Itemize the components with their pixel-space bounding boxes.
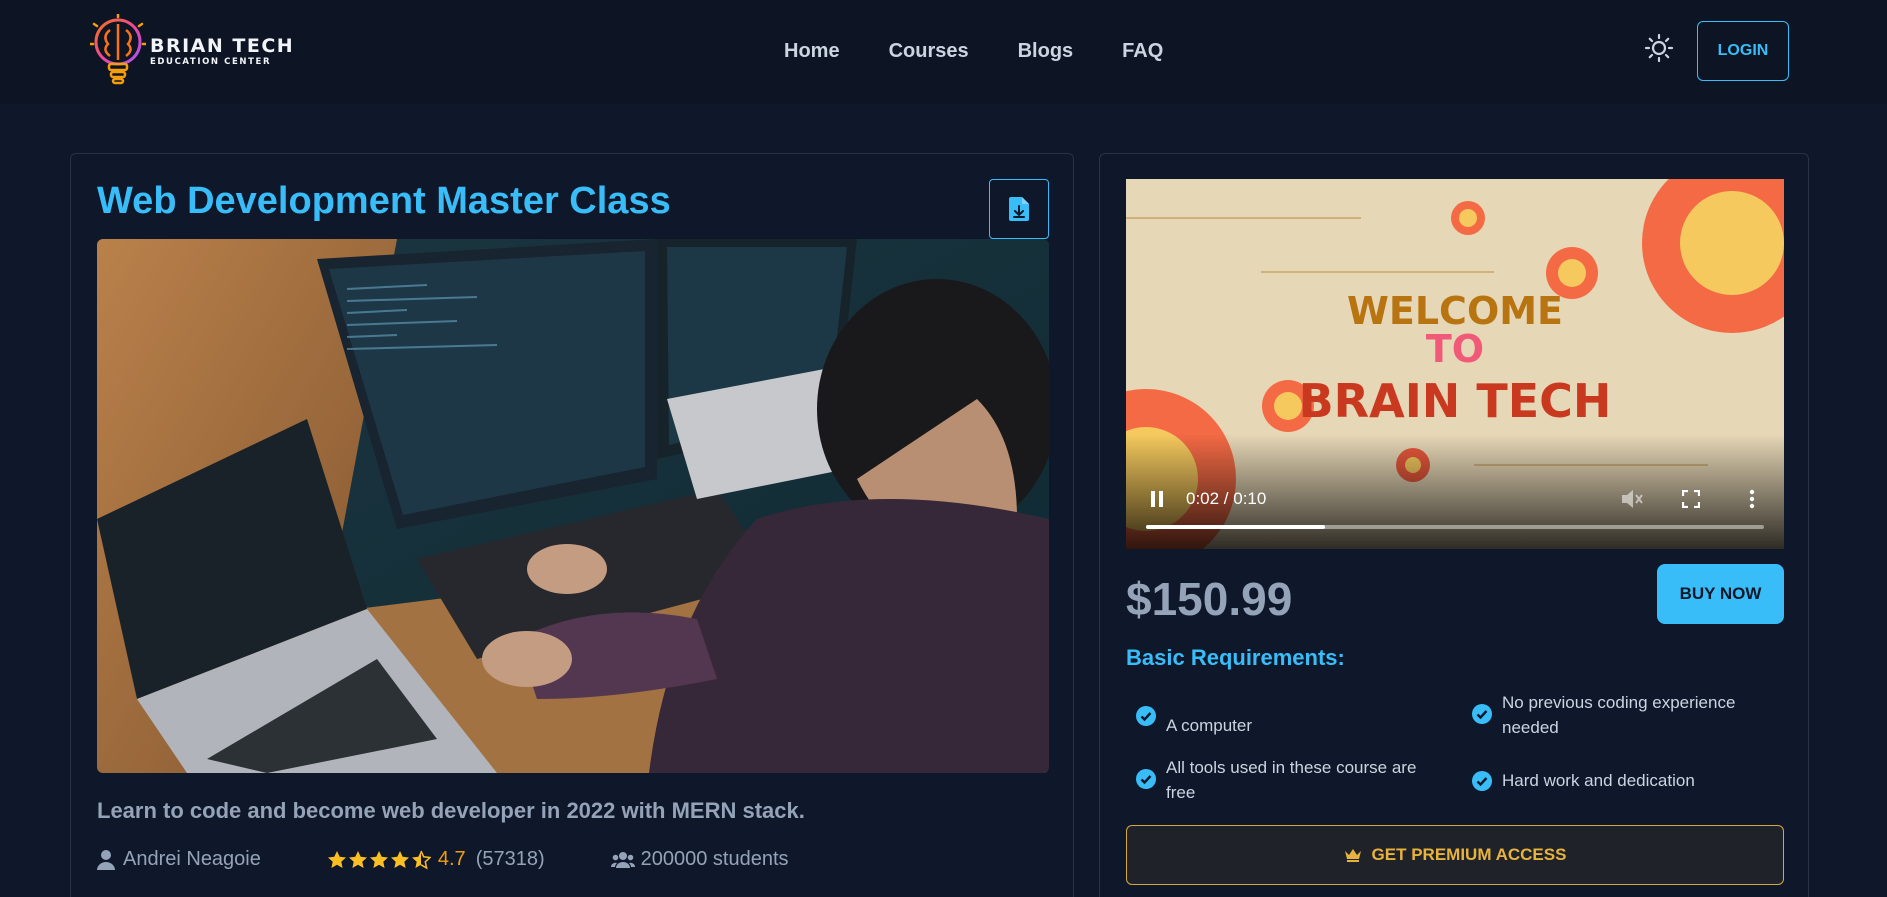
brand-title: BRIAN TECH [150,35,295,57]
navbar: BRIAN TECH EDUCATION CENTER Home Courses… [0,0,1887,104]
star-icon [327,850,346,868]
fullscreen-icon[interactable] [1682,490,1700,508]
course-hero-image [97,239,1049,773]
users-icon [610,851,635,868]
requirement-item: All tools used in these course are free [1136,755,1436,805]
requirement-item: No previous coding experience needed [1472,690,1772,740]
check-circle-icon [1472,704,1492,724]
purchase-card: WELCOME TO BRAIN TECH 0:02 / 0:10 $150.9… [1099,153,1809,897]
brand-logo[interactable]: BRIAN TECH EDUCATION CENTER [90,14,294,88]
brand-text: BRIAN TECH EDUCATION CENTER [150,35,294,67]
download-syllabus-button[interactable] [989,179,1049,239]
course-title: Web Development Master Class [97,180,671,222]
volume-icon[interactable] [1622,489,1644,509]
students-count: 200000 students [610,848,789,871]
brain-bulb-logo-icon [90,14,146,85]
students-text: 200000 students [640,848,789,870]
user-icon [97,849,115,870]
nav-blogs[interactable]: Blogs [1018,40,1074,63]
video-progress-track[interactable] [1146,525,1764,529]
course-preview-video[interactable]: WELCOME TO BRAIN TECH 0:02 / 0:10 [1126,179,1784,549]
buy-now-button[interactable]: BUY NOW [1657,564,1784,624]
video-controls: 0:02 / 0:10 [1126,469,1784,549]
pause-icon[interactable] [1150,491,1164,507]
star-icon [390,850,409,868]
video-progress-fill [1146,525,1326,529]
nav-faq[interactable]: FAQ [1122,40,1163,63]
course-description: Learn to code and become web developer i… [97,798,805,823]
video-to-text: TO [1426,327,1484,371]
premium-access-label: GET PREMIUM ACCESS [1371,845,1567,864]
rating-stars [327,850,432,870]
video-time: 0:02 / 0:10 [1186,489,1267,508]
more-vertical-icon[interactable] [1749,489,1755,509]
requirement-text: Hard work and dedication [1502,771,1695,790]
rating-value: 4.7 [437,848,466,870]
nav-courses[interactable]: Courses [889,40,969,63]
course-rating: 4.7 (57318) [327,848,545,871]
theme-toggle-button[interactable] [1644,33,1674,63]
brand-subtitle: EDUCATION CENTER [150,57,272,67]
nav-home[interactable]: Home [784,40,840,63]
check-circle-icon [1472,771,1492,791]
video-brand-text: BRAIN TECH [1299,374,1612,428]
requirement-item: A computer [1136,703,1436,738]
nav-links: Home Courses Blogs FAQ [784,40,1212,63]
file-download-icon [1009,197,1029,221]
check-circle-icon [1136,769,1156,789]
instructor-name: Andrei Neagoie [123,848,261,870]
requirement-item: Hard work and dedication [1472,768,1772,793]
requirement-text: All tools used in these course are free [1166,758,1417,802]
star-icon [348,850,367,868]
star-icon [369,850,388,868]
login-button[interactable]: LOGIN [1697,21,1789,81]
check-circle-icon [1136,706,1156,726]
course-meta: Andrei Neagoie 4.7 (57318) 200000 studen… [97,848,789,871]
rating-count: (57318) [475,848,545,870]
course-price: $150.99 [1126,573,1293,625]
instructor[interactable]: Andrei Neagoie [97,848,261,871]
crown-icon [1344,849,1361,862]
sun-icon [1644,33,1674,63]
course-details-card: Web Development Master Class Learn to co… [70,153,1074,897]
premium-access-button[interactable]: GET PREMIUM ACCESS [1126,825,1784,885]
requirement-text: A computer [1166,716,1252,735]
requirement-text: No previous coding experience needed [1502,693,1736,737]
star-half-icon [411,850,431,869]
requirements-title: Basic Requirements: [1126,645,1345,670]
